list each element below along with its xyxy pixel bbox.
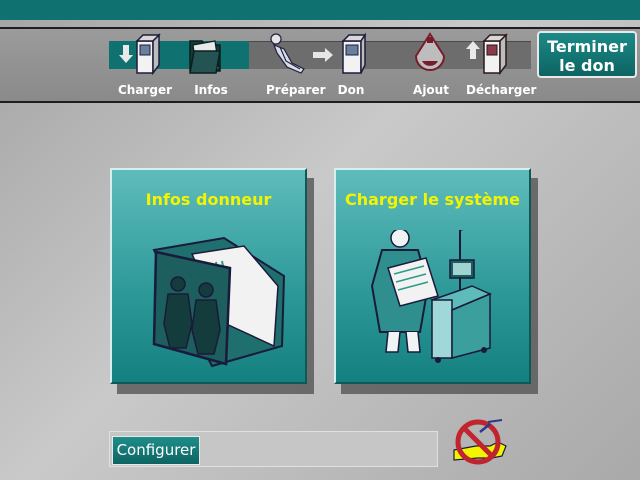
- donor-chair-icon[interactable]: [266, 31, 316, 77]
- step-label-preparer: Préparer: [266, 83, 326, 97]
- step-label-infos: Infos: [194, 83, 228, 97]
- operator-machine-icon: [370, 230, 492, 363]
- load-system-title: Charger le système: [345, 190, 520, 209]
- solution-bag-icon[interactable]: [408, 31, 452, 77]
- step-label-decharger: Décharger: [466, 83, 537, 97]
- donor-info-tile[interactable]: Infos donneur: [110, 168, 307, 384]
- step-label-charger: Charger: [117, 83, 172, 97]
- cartridge-load-icon[interactable]: [118, 31, 162, 77]
- donor-folder-icon: [152, 236, 286, 368]
- end-donation-line1: Terminer: [547, 37, 627, 56]
- donor-info-title: Infos donneur: [145, 190, 272, 209]
- step-label-don: Don: [337, 83, 365, 97]
- load-system-tile[interactable]: Charger le système: [334, 168, 531, 384]
- end-donation-line2: le don: [559, 56, 615, 75]
- step-label-ajout: Ajout: [413, 83, 449, 97]
- top-status-bar: [0, 0, 640, 20]
- end-donation-button[interactable]: Terminer le don: [537, 31, 637, 78]
- arrow-right-icon: [313, 48, 333, 62]
- configure-button[interactable]: Configurer: [112, 436, 200, 465]
- folder-icon[interactable]: [184, 31, 228, 77]
- no-donor-icon[interactable]: [450, 418, 512, 470]
- cartridge-unload-icon[interactable]: [464, 31, 512, 77]
- donation-machine-icon[interactable]: [334, 31, 378, 77]
